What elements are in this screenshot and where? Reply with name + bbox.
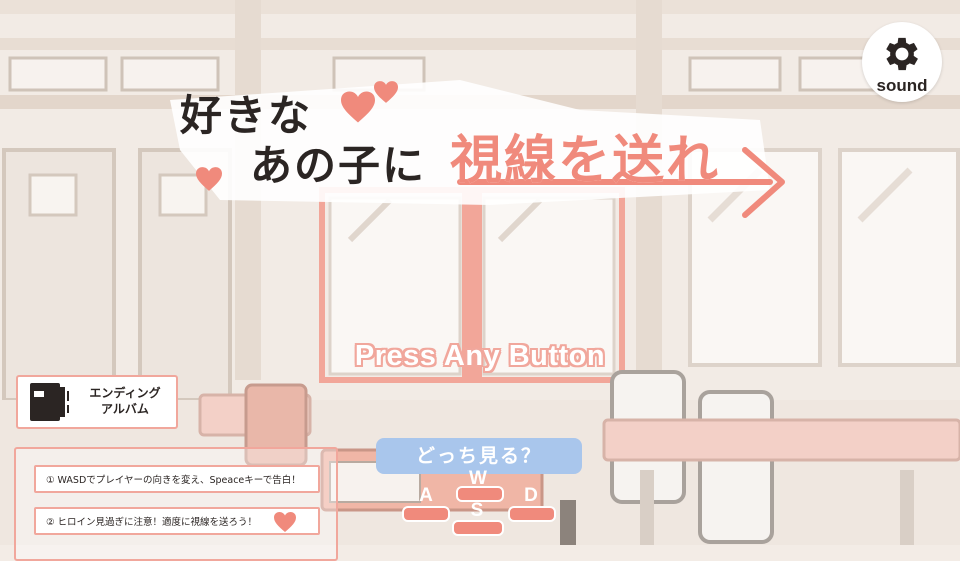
- game-title-logo: 好きな あの子に 視線を送れ: [160, 70, 800, 220]
- ending-album-label: エンディング アルバム: [80, 385, 170, 417]
- key-w[interactable]: W: [463, 468, 493, 490]
- heart-icon: [374, 81, 398, 103]
- instruction-1: ① WASDでプレイヤーの向きを変え、Speaceキーで告白！: [34, 465, 320, 493]
- gear-icon: [886, 37, 918, 71]
- title-line-2: あの子に: [250, 141, 427, 190]
- heart-icon: [196, 167, 222, 191]
- sound-label: sound: [876, 76, 928, 95]
- book-icon: [30, 383, 69, 421]
- press-any-button-prompt[interactable]: Press Any Button: [352, 340, 608, 373]
- title-line-3: 視線を送れ: [450, 130, 721, 191]
- ending-album-button[interactable]: エンディング アルバム: [16, 375, 178, 429]
- key-pad-d[interactable]: [508, 506, 556, 522]
- key-pad-s[interactable]: [452, 520, 504, 536]
- key-s[interactable]: S: [462, 500, 492, 522]
- instructions-panel: ① WASDでプレイヤーの向きを変え、Speaceキーで告白！ ② ヒロイン見過…: [14, 447, 338, 561]
- key-a[interactable]: A: [411, 485, 441, 507]
- heart-icon: [274, 512, 296, 532]
- album-label-line-1: エンディング: [89, 386, 161, 400]
- key-pad-a[interactable]: [402, 506, 450, 522]
- sound-settings-button[interactable]: sound: [862, 22, 942, 102]
- album-label-line-2: アルバム: [101, 402, 149, 416]
- key-d[interactable]: D: [516, 485, 546, 507]
